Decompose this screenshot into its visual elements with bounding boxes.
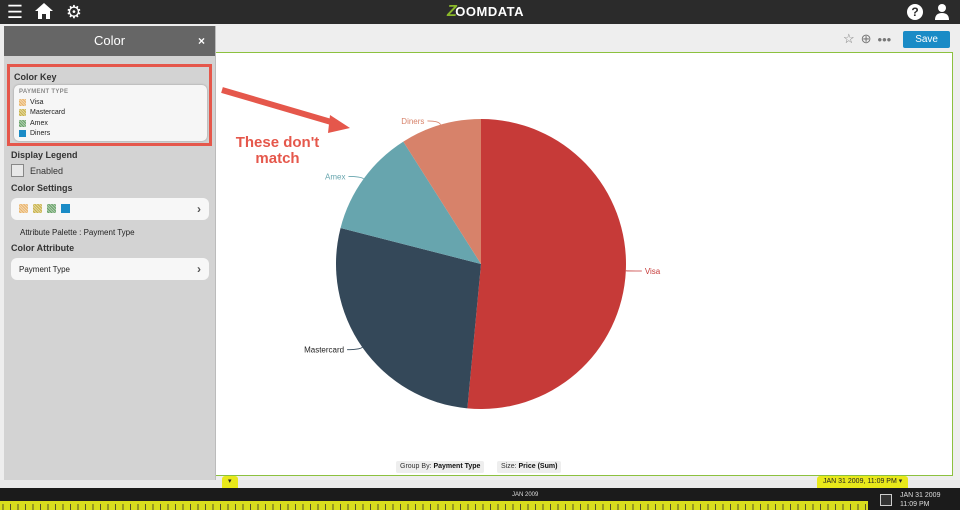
timeline-header	[0, 480, 960, 488]
timeline-month-label: JAN 2009	[512, 492, 539, 498]
group-by-pill[interactable]: Group By: Payment Type	[396, 461, 485, 473]
annotation-arrow	[221, 87, 350, 133]
annotation-text: These don't match	[235, 134, 320, 167]
timeline-ticks	[0, 501, 868, 510]
timeline-handle-left[interactable]: ▾	[222, 476, 238, 488]
timeline-bar[interactable]: JAN 2009	[0, 488, 868, 510]
timeline-end-date: JAN 31 2009 11:09 PM	[900, 492, 941, 508]
calendar-icon[interactable]	[880, 494, 892, 506]
size-pill[interactable]: Size: Price (Sum)	[497, 461, 562, 473]
timeline-handle-right[interactable]: JAN 31 2009, 11:09 PM ▾	[817, 476, 909, 488]
